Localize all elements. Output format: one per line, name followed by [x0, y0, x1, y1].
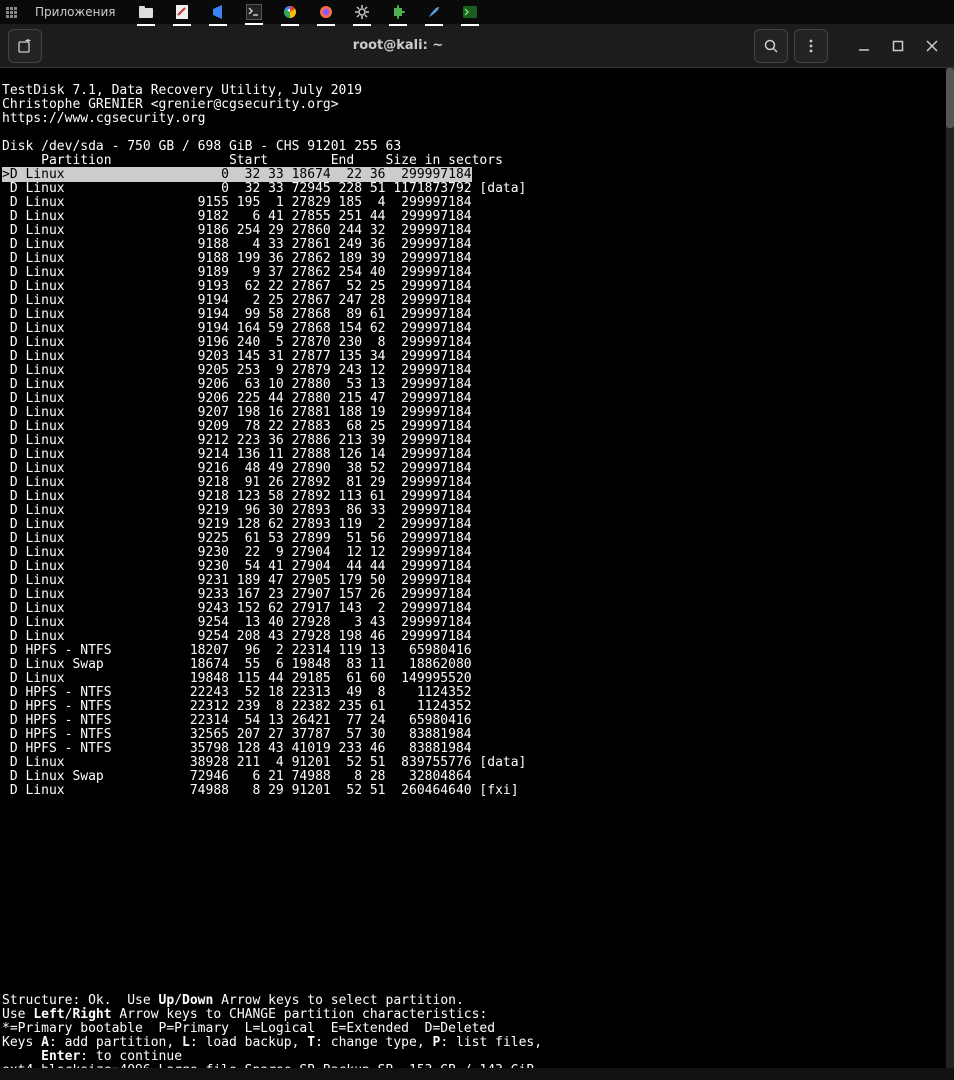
kebab-icon [803, 38, 819, 54]
columns-header: Partition Start End Size in sectors [2, 153, 503, 168]
partition-row[interactable]: D Linux 9230 54 41 27904 44 44 299997184 [2, 559, 472, 574]
disk-info-line: Disk /dev/sda - 750 GB / 698 GiB - CHS 9… [2, 139, 401, 154]
terminal-icon[interactable] [246, 4, 262, 20]
scrollbar-thumb[interactable] [946, 68, 954, 128]
partition-row[interactable]: D Linux 9203 145 31 27877 135 34 2999971… [2, 349, 472, 364]
apps-grid-icon[interactable] [6, 7, 17, 18]
partition-row[interactable]: D Linux 9212 223 36 27886 213 39 2999971… [2, 433, 472, 448]
partition-row[interactable]: D HPFS - NTFS 35798 128 43 41019 233 46 … [2, 741, 472, 756]
firefox-icon[interactable] [318, 4, 334, 20]
partition-row[interactable]: D Linux 38928 211 4 91201 52 51 83975577… [2, 755, 526, 770]
key-enter: Enter [41, 1049, 80, 1064]
partition-row[interactable]: D Linux 9219 96 30 27893 86 33 299997184 [2, 503, 472, 518]
partition-row[interactable]: D Linux 9219 128 62 27893 119 2 29999718… [2, 517, 472, 532]
minimize-button[interactable] [850, 29, 878, 63]
help-line-5: Enter: to continue [2, 1049, 182, 1064]
files-icon[interactable] [138, 4, 154, 20]
desktop-bottom-panel [0, 1068, 954, 1080]
key-right: Right [72, 1007, 111, 1022]
help-line-3: *=Primary bootable P=Primary L=Logical E… [2, 1021, 495, 1036]
partition-row[interactable]: D Linux Swap 18674 55 6 19848 83 11 1886… [2, 657, 472, 672]
partition-row[interactable]: D Linux 9218 123 58 27892 113 61 2999971… [2, 489, 472, 504]
partition-row[interactable]: D Linux 9218 91 26 27892 81 29 299997184 [2, 475, 472, 490]
key-a: A [41, 1035, 49, 1050]
taskbar-tray [138, 4, 478, 20]
help-line-1: Structure: Ok. Use Up/Down Arrow keys to… [2, 993, 464, 1008]
close-button[interactable] [918, 29, 946, 63]
search-button[interactable] [754, 29, 788, 63]
key-left: Left [33, 1007, 64, 1022]
partition-row[interactable]: >D Linux 0 32 33 18674 22 36 299997184 [2, 167, 472, 182]
partition-row[interactable]: D HPFS - NTFS 32565 207 27 37787 57 30 8… [2, 727, 472, 742]
partition-row[interactable]: D Linux 9254 208 43 27928 198 46 2999971… [2, 629, 472, 644]
key-t: T [307, 1035, 315, 1050]
green-terminal-icon[interactable] [462, 4, 478, 20]
settings-icon[interactable] [354, 4, 370, 20]
minimize-icon [858, 40, 870, 52]
applications-menu-label[interactable]: Приложения [35, 5, 116, 19]
key-up: Up [159, 993, 175, 1008]
partition-row[interactable]: D Linux 9209 78 22 27883 68 25 299997184 [2, 419, 472, 434]
partition-row[interactable]: D HPFS - NTFS 22243 52 18 22313 49 8 112… [2, 685, 472, 700]
partition-row[interactable]: D Linux 9193 62 22 27867 52 25 299997184 [2, 279, 472, 294]
partition-row[interactable]: D Linux 9188 199 36 27862 189 39 2999971… [2, 251, 472, 266]
partition-row[interactable]: D Linux 9194 164 59 27868 154 62 2999971… [2, 321, 472, 336]
partition-row[interactable]: D Linux 9207 198 16 27881 188 19 2999971… [2, 405, 472, 420]
partition-row[interactable]: D Linux 19848 115 44 29185 61 60 1499955… [2, 671, 472, 686]
terminal-output[interactable]: TestDisk 7.1, Data Recovery Utility, Jul… [0, 68, 954, 1080]
puzzle-icon[interactable] [390, 4, 406, 20]
partition-row[interactable]: D Linux 9194 99 58 27868 89 61 299997184 [2, 307, 472, 322]
key-down: Down [182, 993, 213, 1008]
partition-row[interactable]: D Linux 9230 22 9 27904 12 12 299997184 [2, 545, 472, 560]
key-l: L [182, 1035, 190, 1050]
brush-icon[interactable] [426, 4, 442, 20]
desktop-top-panel: Приложения [0, 0, 954, 24]
menu-button[interactable] [794, 29, 828, 63]
terminal-scrollbar[interactable] [946, 68, 954, 1068]
help-line-4: Keys A: add partition, L: load backup, T… [2, 1035, 542, 1050]
partition-list[interactable]: >D Linux 0 32 33 18674 22 36 299997184 D… [2, 168, 952, 798]
partition-row[interactable]: D Linux 9189 9 37 27862 254 40 299997184 [2, 265, 472, 280]
partition-row[interactable]: D Linux 9182 6 41 27855 251 44 299997184 [2, 209, 472, 224]
partition-row[interactable]: D Linux Swap 72946 6 21 74988 8 28 32804… [2, 769, 472, 784]
partition-row[interactable]: D Linux 9243 152 62 27917 143 2 29999718… [2, 601, 472, 616]
partition-row[interactable]: D Linux 9205 253 9 27879 243 12 29999718… [2, 363, 472, 378]
partition-row[interactable]: D Linux 9254 13 40 27928 3 43 299997184 [2, 615, 472, 630]
partition-row[interactable]: D Linux 9206 63 10 27880 53 13 299997184 [2, 377, 472, 392]
partition-row[interactable]: D Linux 9231 189 47 27905 179 50 2999971… [2, 573, 472, 588]
partition-row[interactable]: D HPFS - NTFS 22314 54 13 26421 77 24 65… [2, 713, 472, 728]
help-line-2: Use Left/Right Arrow keys to CHANGE part… [2, 1007, 487, 1022]
partition-row[interactable]: D Linux 9186 254 29 27860 244 32 2999971… [2, 223, 472, 238]
maximize-icon [892, 40, 904, 52]
partition-row[interactable]: D Linux 9225 61 53 27899 51 56 299997184 [2, 531, 472, 546]
window-title: root@kali: ~ [42, 38, 754, 53]
partition-row[interactable]: D Linux 9206 225 44 27880 215 47 2999971… [2, 391, 472, 406]
new-tab-button[interactable] [8, 29, 42, 63]
partition-row[interactable]: D Linux 74988 8 29 91201 52 51 260464640… [2, 783, 519, 798]
maximize-button[interactable] [884, 29, 912, 63]
window-title-bar: root@kali: ~ [0, 24, 954, 68]
partition-row[interactable]: D Linux 0 32 33 72945 228 51 1171873792 … [2, 181, 526, 196]
partition-row[interactable]: D Linux 9155 195 1 27829 185 4 299997184 [2, 195, 472, 210]
partition-row[interactable]: D Linux 9214 136 11 27888 126 14 2999971… [2, 447, 472, 462]
partition-row[interactable]: D Linux 9233 167 23 27907 157 26 2999971… [2, 587, 472, 602]
partition-row[interactable]: D HPFS - NTFS 18207 96 2 22314 119 13 65… [2, 643, 472, 658]
partition-row[interactable]: D Linux 9196 240 5 27870 230 8 299997184 [2, 335, 472, 350]
vscode-icon[interactable] [210, 4, 226, 20]
chrome-icon[interactable] [282, 4, 298, 20]
partition-row[interactable]: D Linux 9188 4 33 27861 249 36 299997184 [2, 237, 472, 252]
text-editor-icon[interactable] [174, 4, 190, 20]
testdisk-url-line: https://www.cgsecurity.org [2, 111, 206, 126]
testdisk-author-line: Christophe GRENIER <grenier@cgsecurity.o… [2, 97, 339, 112]
partition-row[interactable]: D HPFS - NTFS 22312 239 8 22382 235 61 1… [2, 699, 472, 714]
partition-row[interactable]: D Linux 9194 2 25 27867 247 28 299997184 [2, 293, 472, 308]
close-icon [926, 40, 938, 52]
partition-row[interactable]: D Linux 9216 48 49 27890 38 52 299997184 [2, 461, 472, 476]
search-icon [763, 38, 779, 54]
testdisk-header-line: TestDisk 7.1, Data Recovery Utility, Jul… [2, 83, 362, 98]
